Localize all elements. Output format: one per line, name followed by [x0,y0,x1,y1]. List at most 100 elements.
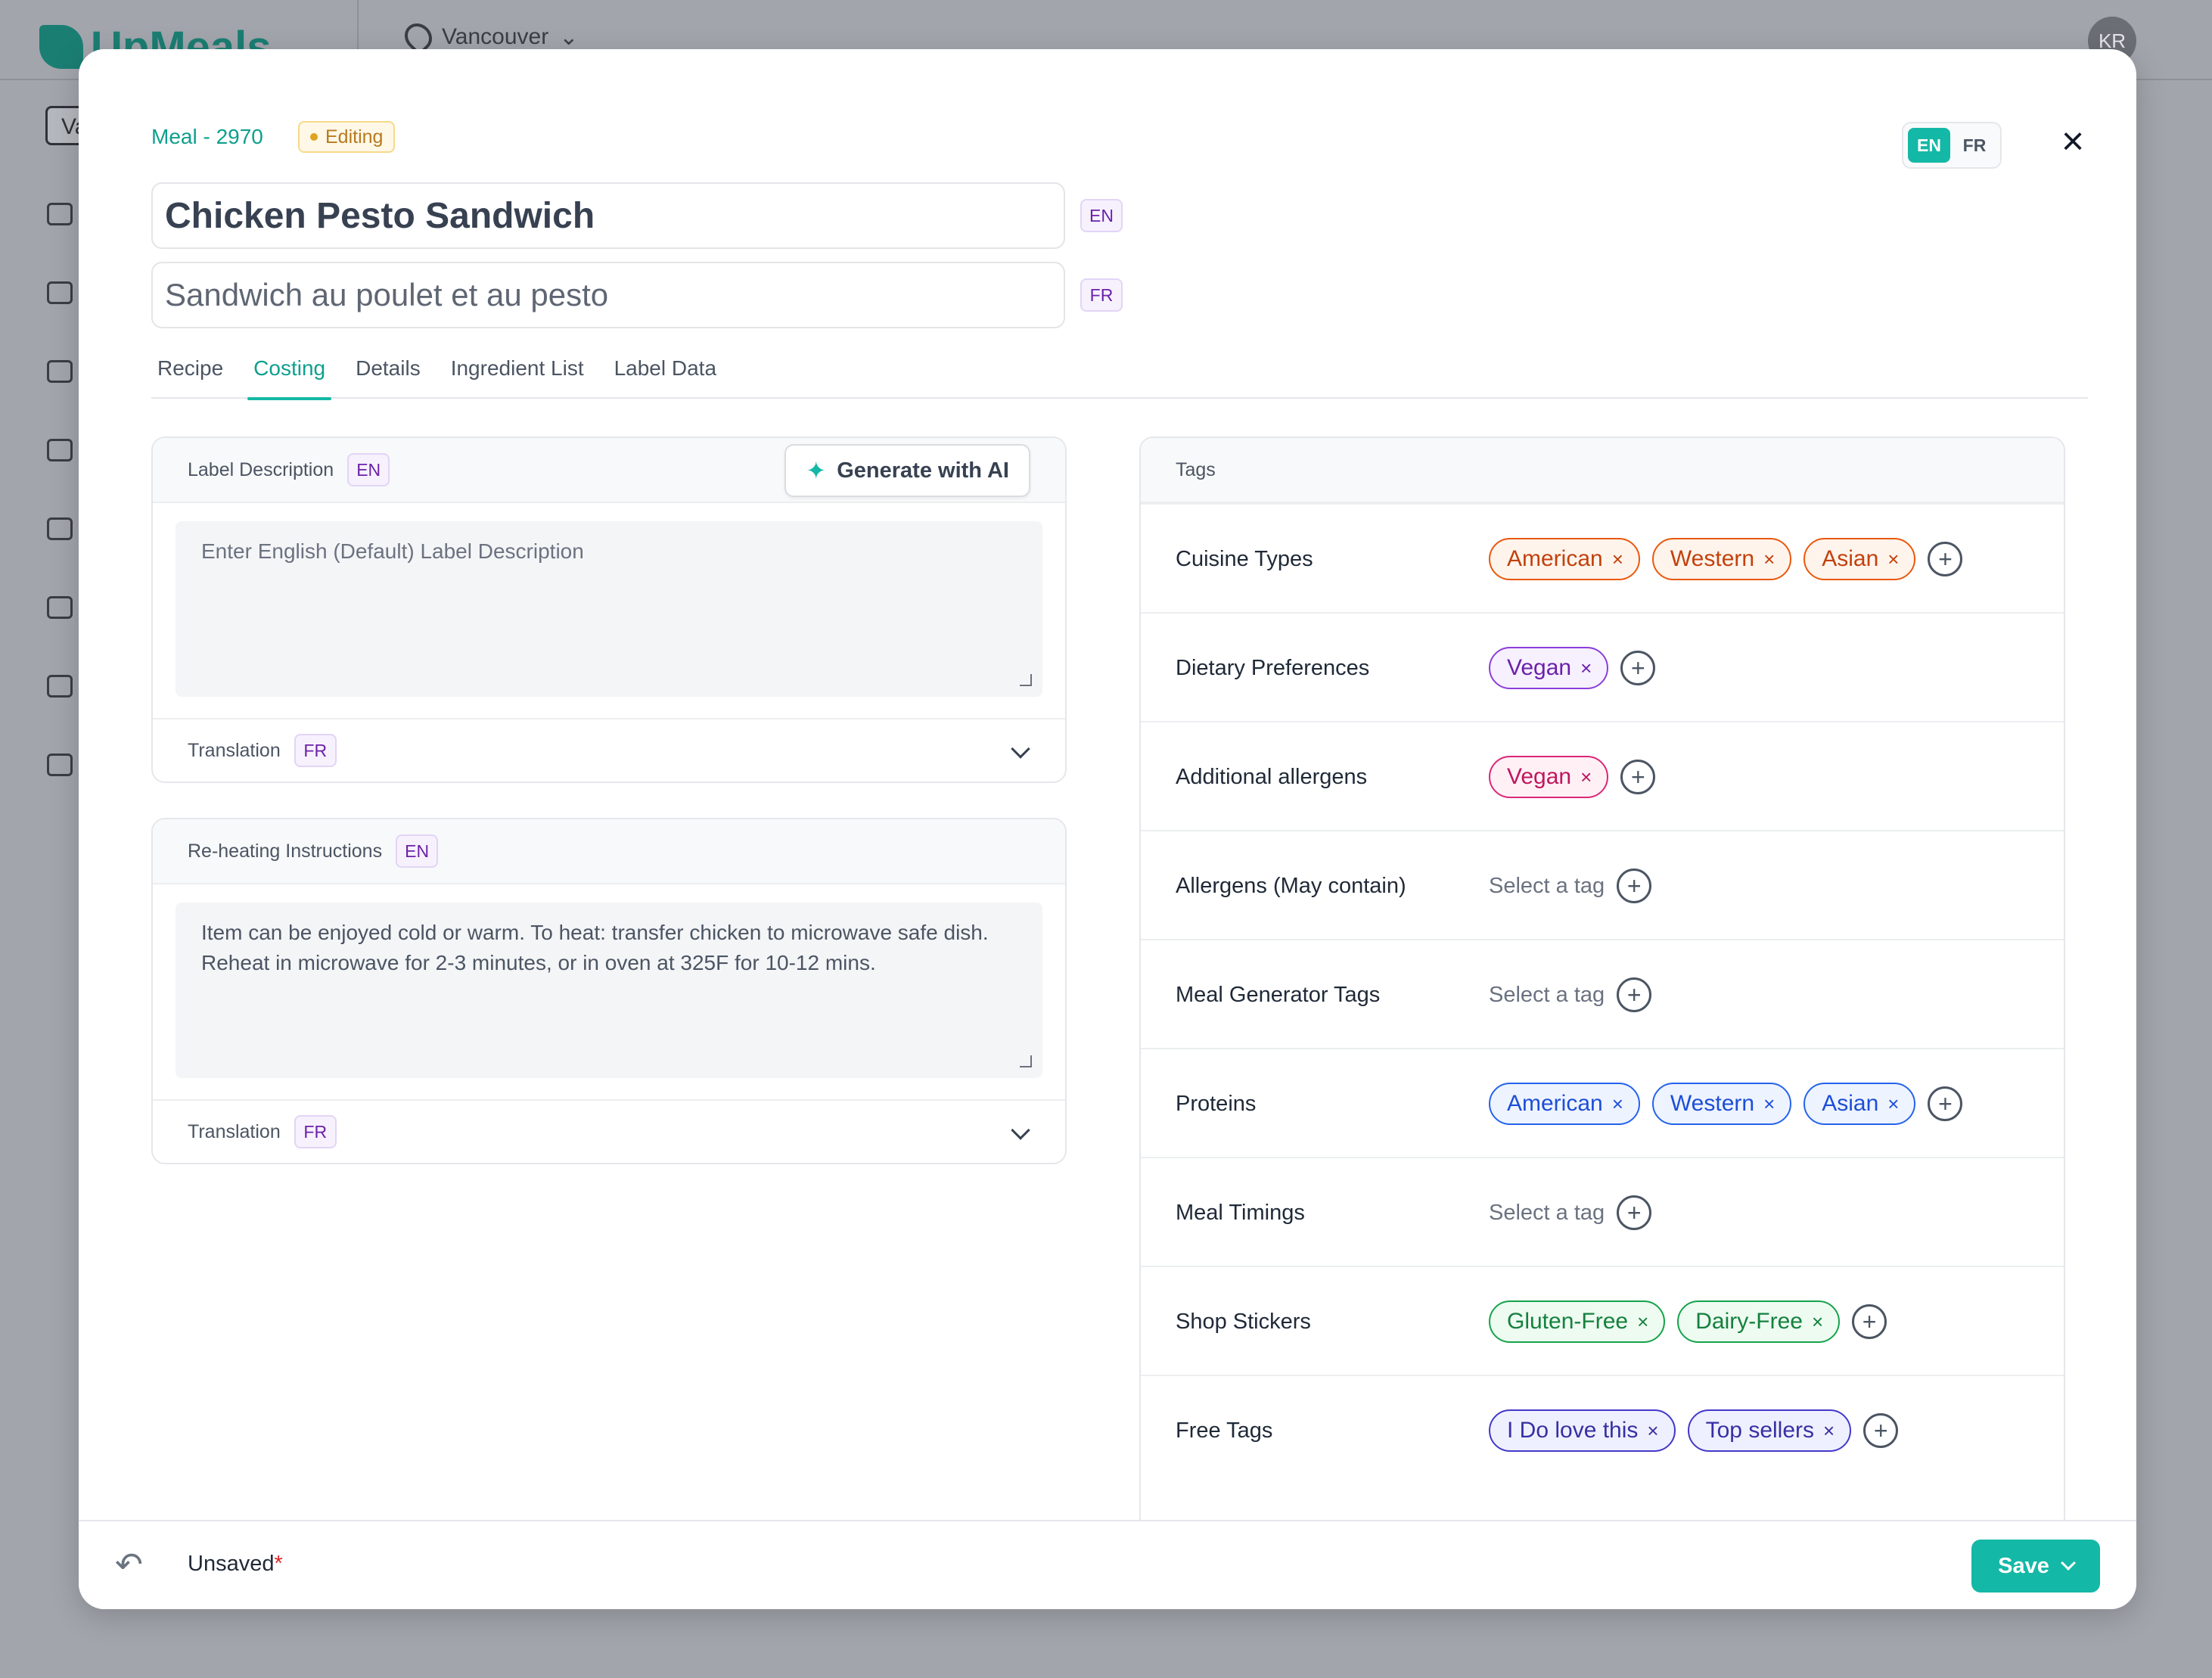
reheating-language-chip: EN [396,834,439,868]
label-description-language-chip: EN [347,453,390,486]
analytics-icon[interactable] [47,596,73,619]
tag-pill: Dairy-Free × [1677,1300,1841,1343]
tag-pill: Western × [1651,538,1792,580]
tag-pill-label: American [1507,1091,1603,1116]
select-tag-placeholder[interactable]: Select a tag [1489,1201,1605,1226]
close-icon[interactable]: × [2053,122,2092,161]
tab-label-data[interactable]: Label Data [608,350,722,399]
remove-tag-icon[interactable]: × [1612,1094,1623,1114]
leaf-logo-icon [39,25,83,69]
generate-with-ai-label: Generate with AI [837,458,1009,483]
reheating-instructions-textarea[interactable]: Item can be enjoyed cold or warm. To hea… [176,903,1042,1078]
chevron-down-icon [1011,1120,1030,1140]
translation-label: Translation [188,1120,281,1142]
tag-row-label: Dietary Preferences [1176,655,1370,680]
reheating-instructions-card: Re-heating Instructions EN Item can be e… [151,818,1067,1164]
tab-costing[interactable]: Costing [247,350,332,400]
tag-pill: Top sellers × [1687,1409,1852,1452]
tag-row-label: Proteins [1176,1091,1257,1116]
tag-pill-label: Western [1670,546,1755,571]
status-badge: Editing [298,121,396,153]
tag-pill: I Do love this × [1489,1409,1676,1452]
generate-with-ai-button[interactable]: ✦ Generate with AI [784,444,1030,497]
add-tag-icon[interactable]: + [1620,651,1656,685]
undo-icon[interactable]: ↶ [115,1549,148,1582]
add-tag-icon[interactable]: + [1617,977,1652,1012]
tag-row: Proteins American × Western × Asian × + [1141,1048,2064,1157]
chevron-down-icon: ⌄ [559,24,579,50]
tag-row: Additional allergens Vegan × + [1141,721,2064,830]
tab-ingredient-list[interactable]: Ingredient List [445,350,590,399]
remove-tag-icon[interactable]: × [1887,549,1899,569]
tag-row: Dietary Preferences Vegan × + [1141,612,2064,721]
settings-icon[interactable] [47,675,73,698]
remove-tag-icon[interactable]: × [1647,1421,1658,1440]
tag-pill-label: Vegan [1507,655,1572,680]
add-tag-icon[interactable]: + [1617,1195,1652,1230]
truck-icon[interactable] [47,517,73,540]
remove-tag-icon[interactable]: × [1580,767,1592,787]
tab-details[interactable]: Details [350,350,427,399]
location-selector[interactable]: Vancouver ⌄ [399,17,579,57]
reheating-translation-toggle[interactable]: Translation FR [153,1099,1065,1163]
reheating-instructions-title: Re-heating Instructions [188,840,383,862]
remove-tag-icon[interactable]: × [1887,1094,1899,1114]
add-tag-icon[interactable]: + [1863,1413,1899,1448]
status-label: Editing [325,126,384,148]
tag-row-label: Additional allergens [1176,764,1368,789]
select-tag-placeholder[interactable]: Select a tag [1489,874,1605,899]
cart-icon[interactable] [47,281,73,304]
label-description-header: Label Description EN ✦ Generate with AI [153,438,1065,503]
remove-tag-icon[interactable]: × [1580,658,1592,678]
tag-row-label: Meal Timings [1176,1200,1305,1225]
tools-icon[interactable] [47,754,73,776]
tag-pill-label: Asian [1822,546,1879,571]
tag-pill: Western × [1651,1083,1792,1125]
remove-tag-icon[interactable]: × [1812,1312,1823,1332]
add-tag-icon[interactable]: + [1617,869,1652,903]
tag-pill-label: Dairy-Free [1695,1309,1803,1334]
remove-tag-icon[interactable]: × [1612,549,1623,569]
tag-list: Select a tag + [1489,1158,1652,1267]
tag-pill: Gluten-Free × [1489,1300,1666,1343]
select-tag-placeholder[interactable]: Select a tag [1489,983,1605,1008]
location-label: Vancouver [442,24,549,49]
resize-handle-icon[interactable] [1020,1055,1032,1067]
tab-recipe[interactable]: Recipe [151,350,229,399]
language-option-en[interactable]: EN [1908,128,1950,163]
save-button[interactable]: Save [1971,1540,2100,1593]
tag-list: Select a tag + [1489,940,1652,1049]
unsaved-label: Unsaved [188,1552,275,1576]
tag-pill: Vegan × [1489,756,1609,798]
dashboard-icon[interactable] [47,203,73,225]
tag-list: I Do love this × Top sellers × + [1489,1376,1899,1485]
remove-tag-icon[interactable]: × [1763,549,1775,569]
tags-title: Tags [1176,458,1216,480]
label-description-card: Label Description EN ✦ Generate with AI … [151,437,1067,783]
name-en-language-chip: EN [1080,199,1123,232]
archive-icon[interactable] [47,360,73,383]
remove-tag-icon[interactable]: × [1763,1094,1775,1114]
tags-header: Tags [1141,438,2064,503]
resize-handle-icon[interactable] [1020,674,1032,686]
meal-name-fr-input[interactable]: Sandwich au poulet et au pesto [151,262,1065,328]
meal-name-en-input[interactable]: Chicken Pesto Sandwich [151,182,1065,249]
remove-tag-icon[interactable]: × [1823,1421,1835,1440]
add-tag-icon[interactable]: + [1928,542,1963,576]
label-description-translation-toggle[interactable]: Translation FR [153,718,1065,782]
tag-pill-label: Top sellers [1705,1418,1815,1443]
label-description-textarea[interactable]: Enter English (Default) Label Descriptio… [176,521,1042,697]
language-option-fr[interactable]: FR [1953,128,1996,163]
label-description-placeholder: Enter English (Default) Label Descriptio… [201,539,584,563]
tag-pill: Asian × [1803,1083,1916,1125]
translation-language-chip: FR [294,1115,337,1148]
list-icon[interactable] [47,439,73,461]
add-tag-icon[interactable]: + [1852,1304,1887,1339]
add-tag-icon[interactable]: + [1620,760,1656,794]
translation-label: Translation [188,739,281,761]
add-tag-icon[interactable]: + [1928,1086,1963,1121]
remove-tag-icon[interactable]: × [1637,1312,1648,1332]
tag-list: Select a tag + [1489,831,1652,940]
meal-id: Meal - 2970 [151,125,263,148]
save-label: Save [1998,1553,2049,1578]
